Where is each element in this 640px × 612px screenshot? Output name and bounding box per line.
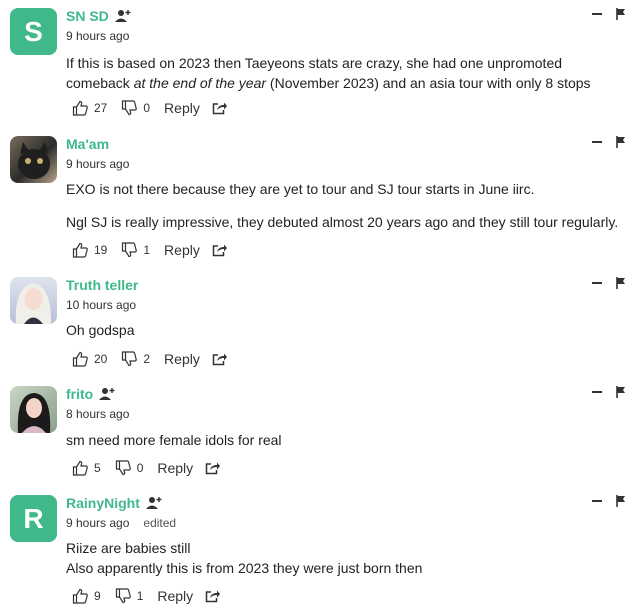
upvote-button[interactable]: 27 (72, 100, 107, 116)
thumbs-down-icon (122, 242, 138, 258)
cat-photo (18, 142, 50, 179)
thumbs-up-icon (72, 460, 88, 476)
username[interactable]: frito (66, 386, 93, 402)
username[interactable]: RainyNight (66, 495, 140, 511)
downvote-button[interactable]: 1 (115, 588, 144, 604)
share-icon[interactable] (205, 589, 221, 603)
downvote-button[interactable]: 2 (121, 351, 150, 367)
collapse-icon[interactable] (592, 141, 602, 143)
collapse-icon[interactable] (592, 282, 602, 284)
share-icon[interactable] (205, 461, 221, 475)
upvote-button[interactable]: 19 (72, 242, 107, 258)
thumbs-down-icon (115, 588, 131, 604)
flag-icon[interactable] (616, 8, 626, 20)
comment-body: Oh godspa (66, 322, 135, 338)
username[interactable]: SN SD (66, 8, 109, 24)
flag-icon[interactable] (616, 277, 626, 289)
comment-body: Riize are babies still Also apparently t… (66, 540, 423, 576)
reply-button[interactable]: Reply (164, 351, 200, 367)
follow-user-icon[interactable] (114, 9, 131, 23)
thumbs-up-icon (72, 351, 88, 367)
username[interactable]: Truth teller (66, 277, 138, 293)
downvote-button[interactable]: 0 (121, 100, 150, 116)
avatar[interactable] (10, 277, 57, 324)
collapse-icon[interactable] (592, 500, 602, 502)
upvote-button[interactable]: 9 (72, 588, 101, 604)
edited-label: edited (143, 516, 177, 530)
thumbs-down-icon (115, 460, 131, 476)
downvote-button[interactable]: 1 (121, 242, 150, 258)
share-icon[interactable] (212, 101, 227, 115)
thumbs-up-icon (72, 588, 88, 604)
downvote-count: 1 (136, 589, 144, 603)
thumbs-down-icon (122, 351, 138, 367)
thumbs-down-icon (122, 100, 138, 116)
avatar[interactable]: S (10, 8, 57, 55)
downvote-count: 2 (143, 352, 151, 366)
avatar[interactable] (10, 136, 57, 183)
reply-button[interactable]: Reply (157, 588, 193, 604)
timestamp: 10 hours ago (66, 298, 137, 312)
downvote-button[interactable]: 0 (115, 460, 144, 476)
downvote-count: 0 (136, 461, 144, 475)
portrait-photo (17, 393, 51, 433)
upvote-count: 20 (94, 352, 108, 366)
downvote-count: 1 (143, 243, 151, 257)
upvote-count: 9 (94, 589, 101, 603)
follow-user-icon[interactable] (99, 387, 115, 401)
thumbs-up-icon (72, 100, 88, 116)
follow-user-icon[interactable] (145, 496, 162, 510)
flag-icon[interactable] (616, 136, 626, 148)
reply-button[interactable]: Reply (164, 242, 200, 258)
timestamp: 8 hours ago (66, 407, 130, 421)
thumbs-up-icon (72, 242, 88, 258)
timestamp: 9 hours ago (66, 29, 130, 43)
share-icon[interactable] (212, 243, 227, 257)
upvote-button[interactable]: 5 (72, 460, 101, 476)
reply-button[interactable]: Reply (164, 100, 200, 116)
downvote-count: 0 (143, 101, 151, 115)
avatar[interactable] (10, 386, 57, 433)
upvote-button[interactable]: 20 (72, 351, 107, 367)
portrait-photo (15, 283, 52, 324)
comment-body: EXO is not there because they are yet to… (66, 181, 619, 230)
avatar[interactable]: R (10, 495, 57, 542)
timestamp: 9 hours ago (66, 157, 130, 171)
collapse-icon[interactable] (592, 13, 602, 15)
share-icon[interactable] (212, 352, 227, 366)
collapse-icon[interactable] (592, 391, 602, 393)
timestamp: 9 hours ago (66, 516, 130, 530)
flag-icon[interactable] (616, 495, 626, 507)
flag-icon[interactable] (616, 386, 626, 398)
comment-body: sm need more female idols for real (66, 432, 282, 448)
reply-button[interactable]: Reply (157, 460, 193, 476)
upvote-count: 19 (94, 243, 108, 257)
comment-body: If this is based on 2023 then Taeyeons s… (66, 55, 591, 91)
upvote-count: 5 (94, 461, 101, 475)
username[interactable]: Ma'am (66, 136, 109, 152)
upvote-count: 27 (94, 101, 108, 115)
